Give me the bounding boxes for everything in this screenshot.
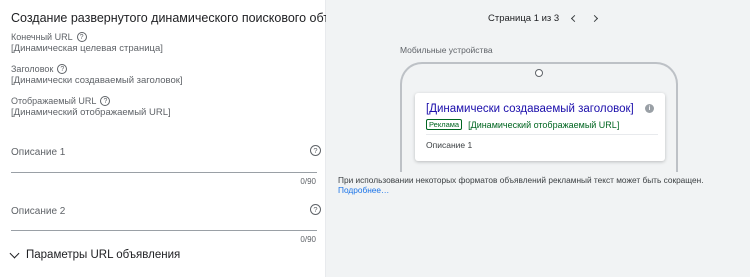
final-url-label-text: Конечный URL [11, 32, 73, 42]
help-icon[interactable]: ? [310, 145, 321, 156]
chevron-left-icon [570, 14, 578, 22]
ad-display-url: [Динамический отображаемый URL] [468, 119, 620, 130]
phone-frame: [Динамически создаваемый заголовок] i Ре… [400, 62, 678, 172]
final-url-label: Конечный URL ? [11, 32, 87, 42]
headline-label: Заголовок ? [11, 64, 68, 74]
help-icon[interactable]: ? [310, 204, 321, 215]
url-params-toggle[interactable]: Параметры URL объявления [9, 248, 181, 261]
final-url-value: [Динамическая целевая страница] [11, 43, 163, 54]
previous-page-button[interactable] [565, 11, 581, 25]
display-url-value: [Динамический отображаемый URL] [11, 107, 171, 118]
ad-editor: Создание развернутого динамического поис… [0, 0, 750, 277]
ad-preview-card: [Динамически создаваемый заголовок] i Ре… [415, 93, 665, 161]
page-indicator: Страница 1 из 3 [488, 12, 560, 24]
next-page-button[interactable] [587, 11, 603, 25]
ad-url-row: Реклама [Динамический отображаемый URL] [426, 119, 619, 130]
chevron-down-icon [9, 248, 20, 258]
help-icon[interactable]: ? [100, 96, 111, 106]
url-params-label: Параметры URL объявления [26, 249, 181, 261]
display-url-label: Отображаемый URL ? [11, 96, 111, 106]
preview-pager: Страница 1 из 3 [488, 11, 603, 25]
device-label: Мобильные устройства [400, 45, 493, 55]
display-url-label-text: Отображаемый URL [11, 96, 97, 106]
info-icon[interactable]: i [645, 104, 654, 113]
ad-description: Описание 1 [426, 140, 473, 150]
description1-counter: 0/90 [300, 177, 316, 186]
phone-camera-icon [535, 69, 543, 77]
help-icon[interactable]: ? [76, 32, 87, 42]
ad-headline: [Динамически создаваемый заголовок] [426, 103, 634, 115]
description2-underline [11, 230, 317, 231]
ad-preview-panel: Страница 1 из 3 Мобильные устройства [Ди… [326, 0, 750, 277]
truncation-note: При использовании некоторых форматов объ… [338, 175, 704, 185]
ad-badge: Реклама [426, 119, 463, 130]
description1-field[interactable]: Описание 1 [11, 147, 65, 158]
chevron-right-icon [590, 14, 598, 22]
form-title: Создание развернутого динамического поис… [11, 11, 380, 25]
description1-underline [11, 172, 317, 173]
learn-more-link[interactable]: Подробнее… [338, 185, 389, 195]
description2-counter: 0/90 [300, 235, 316, 244]
ad-divider [426, 134, 658, 135]
help-icon[interactable]: ? [57, 64, 68, 74]
description2-field[interactable]: Описание 2 [11, 206, 65, 217]
ad-form-panel: Создание развернутого динамического поис… [0, 0, 379, 277]
headline-label-text: Заголовок [11, 64, 54, 74]
headline-value: [Динамически создаваемый заголовок] [11, 75, 183, 86]
